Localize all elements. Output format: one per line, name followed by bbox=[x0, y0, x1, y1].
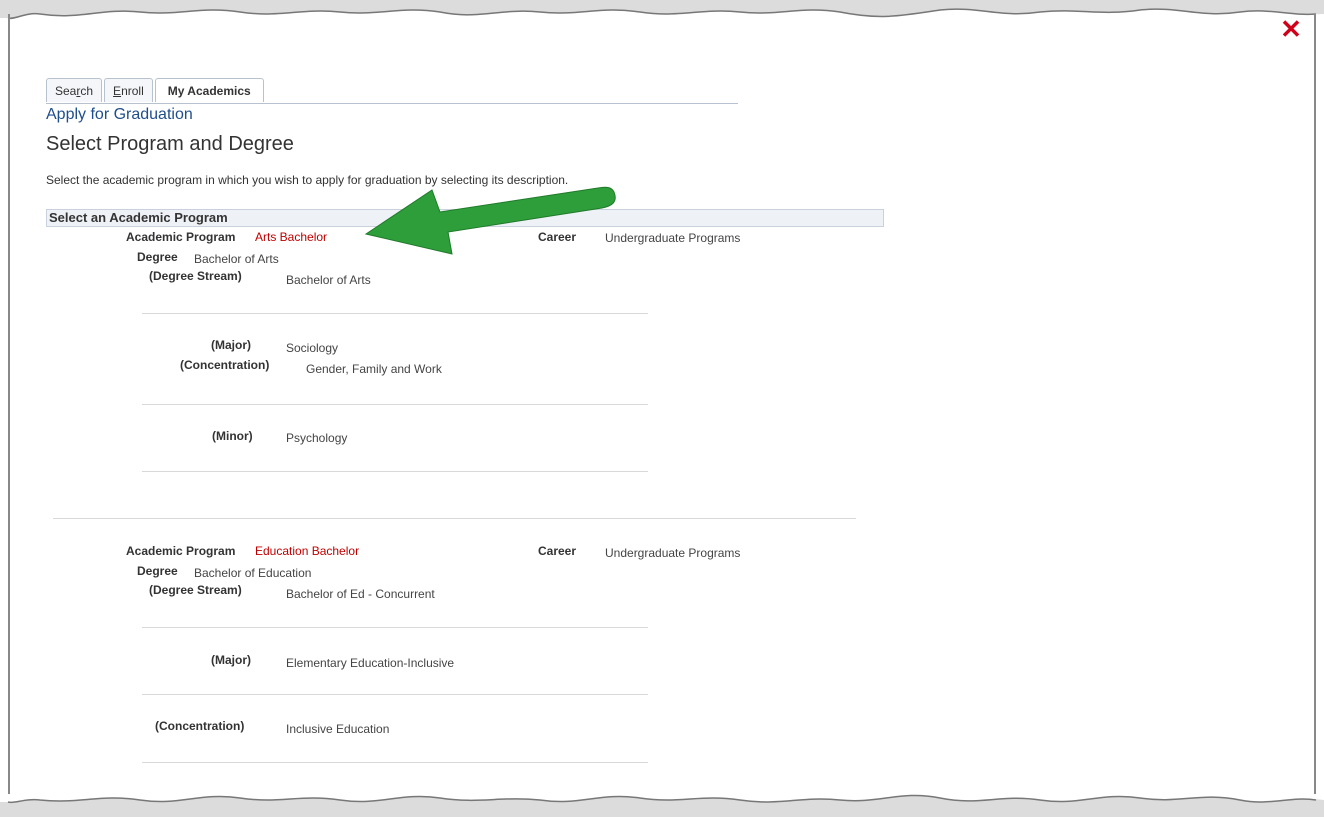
torn-edge-top bbox=[0, 0, 1324, 20]
degree-value: Bachelor of Arts bbox=[194, 252, 279, 266]
divider bbox=[142, 404, 648, 405]
concentration-label: (Concentration) bbox=[155, 719, 245, 733]
degree-stream-label: (Degree Stream) bbox=[149, 583, 242, 597]
degree-stream-value: Bachelor of Arts bbox=[286, 273, 371, 287]
major-value: Sociology bbox=[286, 341, 339, 355]
divider bbox=[142, 471, 648, 472]
page-title: Select Program and Degree bbox=[46, 133, 294, 155]
major-label: (Major) bbox=[211, 338, 251, 352]
frame-border-left bbox=[8, 14, 10, 794]
divider bbox=[142, 694, 648, 695]
major-label: (Major) bbox=[211, 653, 251, 667]
tab-my-academics[interactable]: My Academics bbox=[154, 78, 264, 102]
green-arrow-icon bbox=[364, 186, 616, 255]
concentration-value: Inclusive Education bbox=[286, 722, 390, 736]
career-label: Career bbox=[538, 544, 577, 558]
program-link-education-bachelor[interactable]: Education Bachelor bbox=[255, 544, 359, 558]
degree-label: Degree bbox=[137, 564, 178, 578]
torn-edge-bottom bbox=[0, 794, 1324, 817]
tab-bar: Search Enroll My Academics bbox=[46, 78, 266, 102]
program-separator bbox=[53, 518, 856, 519]
divider bbox=[142, 762, 648, 763]
concentration-value: Gender, Family and Work bbox=[306, 362, 442, 376]
academic-program-label: Academic Program bbox=[126, 230, 236, 244]
frame-border-right bbox=[1314, 14, 1316, 794]
concentration-label: (Concentration) bbox=[180, 358, 270, 372]
major-value: Elementary Education-Inclusive bbox=[286, 656, 455, 670]
tab-enroll[interactable]: Enroll bbox=[104, 78, 153, 102]
minor-value: Psychology bbox=[286, 431, 348, 445]
career-value: Undergraduate Programs bbox=[605, 546, 741, 560]
academic-program-label: Academic Program bbox=[126, 544, 236, 558]
tab-search[interactable]: Search bbox=[46, 78, 103, 102]
page-subtitle: Apply for Graduation bbox=[46, 106, 193, 123]
divider bbox=[142, 313, 648, 314]
divider bbox=[142, 627, 648, 628]
program-link-arts-bachelor[interactable]: Arts Bachelor bbox=[255, 230, 327, 244]
tab-underline bbox=[46, 103, 738, 104]
career-value: Undergraduate Programs bbox=[605, 231, 741, 245]
degree-label: Degree bbox=[137, 250, 178, 264]
degree-stream-value: Bachelor of Ed - Concurrent bbox=[286, 587, 435, 601]
degree-value: Bachelor of Education bbox=[194, 566, 312, 580]
degree-stream-label: (Degree Stream) bbox=[149, 269, 242, 283]
close-icon[interactable]: ✕ bbox=[1279, 16, 1303, 42]
minor-label: (Minor) bbox=[212, 429, 253, 443]
